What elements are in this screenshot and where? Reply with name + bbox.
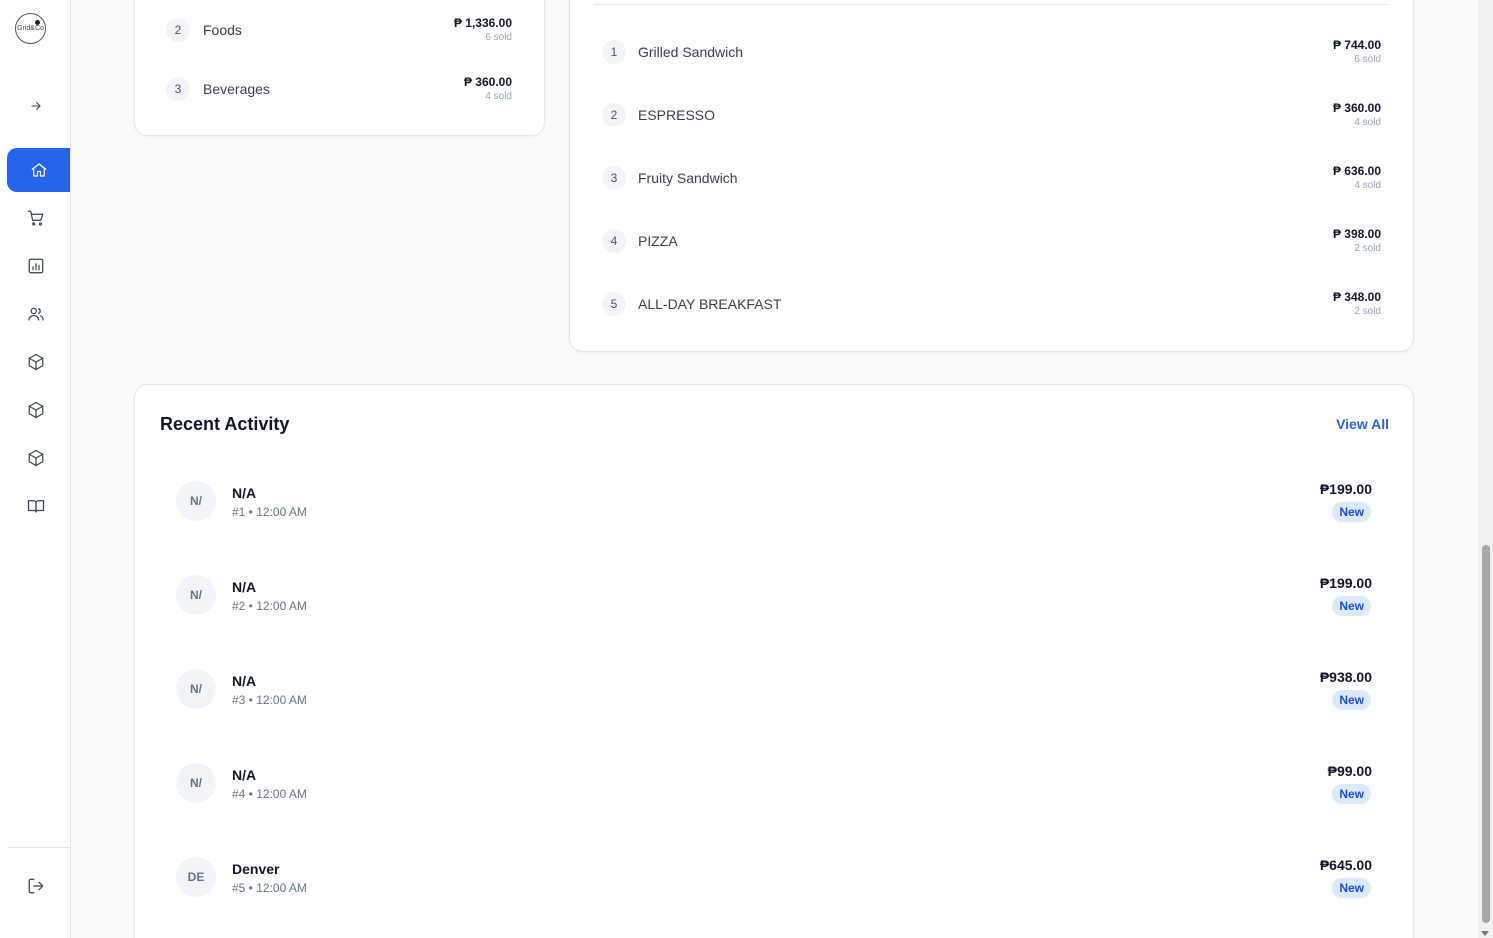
- brand-logo-text: Grid&Co: [17, 25, 44, 32]
- nav-orders[interactable]: [0, 196, 71, 240]
- book-icon: [27, 500, 44, 513]
- product-amount: ₱ 360.00: [1332, 101, 1381, 115]
- scroll-down-arrow-icon[interactable]: [1481, 931, 1489, 936]
- product-amount: ₱ 398.00: [1332, 227, 1381, 241]
- avatar: N/: [176, 481, 216, 521]
- product-sold: 6 sold: [1354, 54, 1381, 65]
- order-meta: #3 • 12:00 AM: [232, 693, 307, 707]
- nav-inventory-2[interactable]: [0, 388, 71, 432]
- category-sold: 4 sold: [485, 91, 512, 102]
- avatar: N/: [176, 575, 216, 615]
- product-rank: 4: [602, 229, 626, 253]
- cart-icon: [27, 210, 43, 226]
- top-products-card: 1 Grilled Sandwich ₱ 744.00 6 sold 2 ESP…: [569, 0, 1414, 352]
- sidebar-divider: [8, 847, 70, 848]
- customer-name: N/A: [232, 767, 257, 783]
- product-name: PIZZA: [638, 233, 678, 249]
- home-icon: [31, 163, 46, 177]
- status-badge: New: [1332, 596, 1371, 616]
- avatar: N/: [176, 669, 216, 709]
- nav-inventory-3[interactable]: [0, 436, 71, 480]
- order-meta: #2 • 12:00 AM: [232, 599, 307, 613]
- activity-row[interactable]: N/ N/A #4 • 12:00 AM ₱99.00 New: [135, 737, 1413, 831]
- order-amount: ₱199.00: [1319, 481, 1372, 497]
- scrollbar-thumb[interactable]: [1482, 545, 1490, 923]
- product-rank: 3: [602, 166, 626, 190]
- product-rank: 1: [602, 40, 626, 64]
- order-amount: ₱199.00: [1319, 575, 1372, 591]
- category-name: Foods: [203, 22, 242, 38]
- box-icon: [28, 353, 43, 371]
- nav-dashboard[interactable]: [7, 148, 70, 192]
- activity-row[interactable]: DE Denver #5 • 12:00 AM ₱645.00 New: [135, 831, 1413, 925]
- bar-chart-icon: [28, 258, 43, 274]
- product-row: 1 Grilled Sandwich ₱ 744.00 6 sold: [570, 27, 1413, 77]
- order-meta: #5 • 12:00 AM: [232, 881, 307, 895]
- order-amount: ₱645.00: [1319, 857, 1372, 873]
- status-badge: New: [1332, 878, 1371, 898]
- avatar: N/: [176, 763, 216, 803]
- product-name: ESPRESSO: [638, 107, 716, 123]
- customer-name: N/A: [232, 579, 257, 595]
- avatar: DE: [176, 857, 216, 897]
- product-amount: ₱ 348.00: [1332, 290, 1381, 304]
- recent-activity-title: Recent Activity: [160, 414, 290, 434]
- product-sold: 2 sold: [1354, 306, 1381, 317]
- activity-row[interactable]: N/ N/A #3 • 12:00 AM ₱938.00 New: [135, 643, 1413, 737]
- expand-sidebar-button[interactable]: [0, 84, 71, 128]
- status-badge: New: [1332, 784, 1371, 804]
- product-rank: 5: [602, 292, 626, 316]
- category-row: 2 Foods ₱ 1,336.00 6 sold: [135, 6, 544, 56]
- order-amount: ₱938.00: [1319, 669, 1372, 685]
- nav-menu-book[interactable]: [0, 484, 71, 528]
- arrow-right-icon: [30, 102, 41, 110]
- category-amount: ₱ 360.00: [463, 75, 512, 89]
- category-rank: 2: [166, 18, 190, 42]
- box-icon: [28, 449, 43, 467]
- customer-name: N/A: [232, 485, 257, 501]
- product-name: Fruity Sandwich: [638, 170, 738, 186]
- status-badge: New: [1332, 502, 1371, 522]
- users-icon: [27, 307, 44, 321]
- logout-icon: [28, 878, 43, 894]
- product-sold: 4 sold: [1354, 117, 1381, 128]
- customer-name: Denver: [232, 861, 280, 877]
- view-all-link[interactable]: View All: [1336, 416, 1389, 432]
- product-sold: 2 sold: [1354, 243, 1381, 254]
- nav-reports[interactable]: [0, 244, 71, 288]
- product-row: 3 Fruity Sandwich ₱ 636.00 4 sold: [570, 153, 1413, 203]
- top-categories-card: 2 Foods ₱ 1,336.00 6 sold 3 Beverages ₱ …: [134, 0, 545, 136]
- logout-button[interactable]: [0, 864, 71, 908]
- product-row: 4 PIZZA ₱ 398.00 2 sold: [570, 216, 1413, 266]
- category-rank: 3: [166, 77, 190, 101]
- nav-users[interactable]: [0, 292, 71, 336]
- order-meta: #4 • 12:00 AM: [232, 787, 307, 801]
- product-name: Grilled Sandwich: [638, 44, 744, 60]
- nav-inventory-1[interactable]: [0, 340, 71, 384]
- products-header-divider: [594, 4, 1389, 5]
- product-amount: ₱ 636.00: [1332, 164, 1381, 178]
- brand-logo[interactable]: Grid&Co: [15, 13, 46, 44]
- category-row: 3 Beverages ₱ 360.00 4 sold: [135, 65, 544, 115]
- category-name: Beverages: [203, 81, 270, 97]
- product-name: ALL-DAY BREAKFAST: [638, 296, 782, 312]
- product-rank: 2: [602, 103, 626, 127]
- order-meta: #1 • 12:00 AM: [232, 505, 307, 519]
- recent-activity-card: Recent Activity View All N/ N/A #1 • 12:…: [134, 384, 1414, 938]
- category-amount: ₱ 1,336.00: [453, 16, 512, 30]
- sidebar: Grid&Co: [0, 0, 71, 938]
- product-amount: ₱ 744.00: [1332, 38, 1381, 52]
- order-amount: ₱99.00: [1327, 763, 1372, 779]
- status-badge: New: [1332, 690, 1371, 710]
- product-row: 5 ALL-DAY BREAKFAST ₱ 348.00 2 sold: [570, 279, 1413, 329]
- product-sold: 4 sold: [1354, 180, 1381, 191]
- product-row: 2 ESPRESSO ₱ 360.00 4 sold: [570, 90, 1413, 140]
- logo-dot: [35, 20, 40, 25]
- box-icon: [28, 401, 43, 419]
- page-scrollbar[interactable]: [1478, 0, 1493, 938]
- activity-row[interactable]: N/ N/A #1 • 12:00 AM ₱199.00 New: [135, 455, 1413, 549]
- customer-name: N/A: [232, 673, 257, 689]
- activity-row[interactable]: N/ N/A #2 • 12:00 AM ₱199.00 New: [135, 549, 1413, 643]
- category-sold: 6 sold: [485, 32, 512, 43]
